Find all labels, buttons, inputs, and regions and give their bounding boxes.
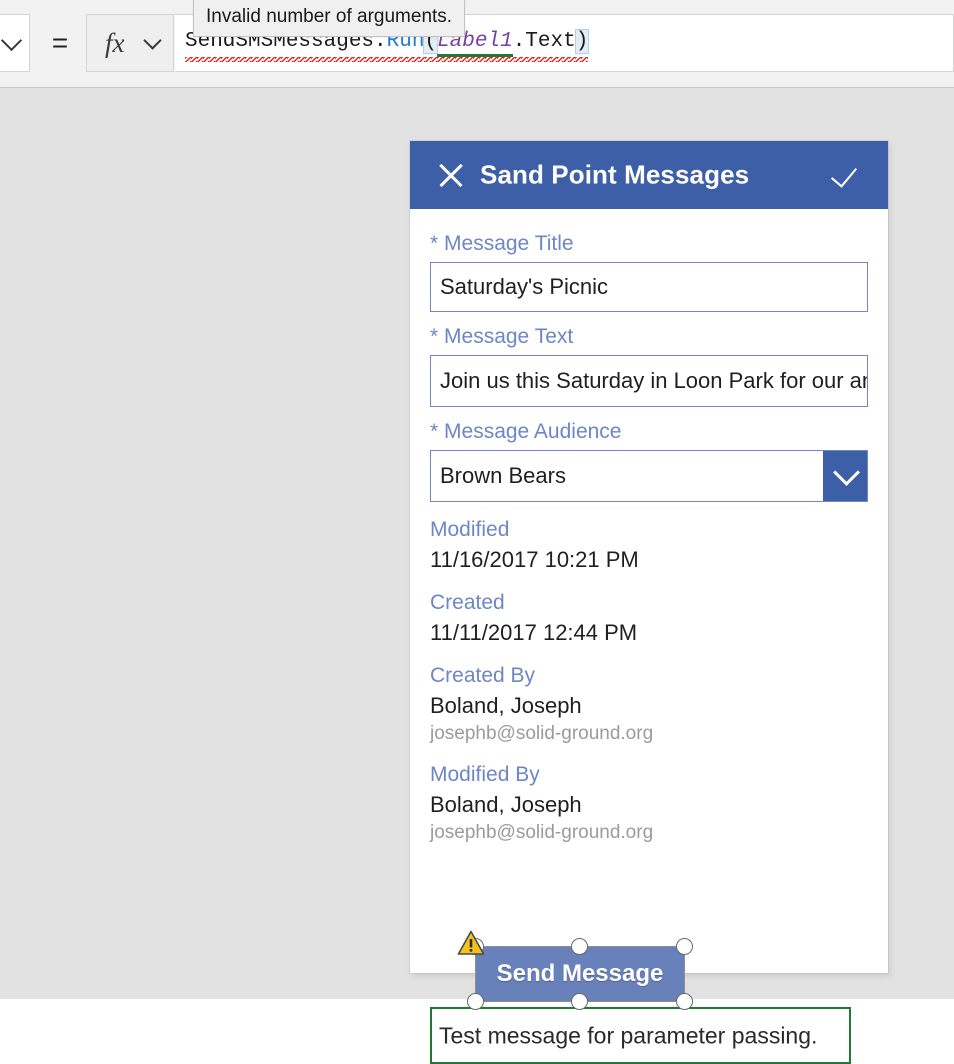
meta-value-modified: 11/16/2017 10:21 PM	[430, 547, 639, 572]
meta-value-created-by-name: Boland, Joseph	[430, 693, 582, 718]
field-label-text: Message Audience	[444, 420, 622, 443]
message-text-input[interactable]: Join us this Saturday in Loon Park for o…	[430, 355, 868, 407]
field-label-message-text: * Message Text	[430, 322, 868, 352]
checkmark-icon[interactable]	[832, 158, 866, 192]
label1-control[interactable]: Test message for parameter passing.	[430, 1007, 851, 1064]
fx-label: fx	[105, 28, 125, 58]
resize-handle-bottom-right[interactable]	[676, 993, 693, 1010]
message-audience-value: Brown Bears	[440, 463, 566, 488]
send-message-selection: Send Message	[457, 930, 693, 1010]
formula-bar: = fx SendSMSMessages.Run(Label1.Text) In…	[0, 0, 954, 88]
meta-value-modified-by-email: josephb@solid-ground.org	[430, 822, 654, 843]
resize-handle-top-right[interactable]	[676, 938, 693, 955]
app-header: Sand Point Messages	[410, 141, 888, 209]
meta-value-created: 11/11/2017 12:44 PM	[430, 620, 638, 645]
message-text-value: Join us this Saturday in Loon Park for o…	[440, 368, 868, 393]
formula-token-property: .Text	[512, 30, 576, 53]
equals-sign: =	[51, 27, 69, 58]
field-label-text: Message Text	[444, 325, 574, 348]
app-title: Sand Point Messages	[480, 159, 750, 190]
close-icon[interactable]	[434, 158, 468, 192]
meta-value-modified-by-name: Boland, Joseph	[430, 792, 582, 817]
meta-label-created: Created	[430, 591, 505, 614]
message-title-input[interactable]: Saturday's Picnic	[430, 262, 868, 312]
label1-text: Test message for parameter passing.	[439, 1022, 818, 1048]
property-dropdown[interactable]	[0, 14, 30, 72]
resize-handle-top-center[interactable]	[571, 938, 588, 955]
chevron-down-icon	[0, 29, 23, 52]
fx-button[interactable]: fx	[86, 14, 174, 72]
message-title-value: Saturday's Picnic	[440, 274, 609, 299]
field-label-text: Message Title	[444, 232, 574, 255]
meta-label-created-by: Created By	[430, 664, 536, 687]
formula-error-tooltip: Invalid number of arguments.	[193, 0, 466, 37]
field-label-message-title: * Message Title	[430, 229, 868, 259]
meta-label-modified-by: Modified By	[430, 763, 540, 786]
chevron-down-icon	[143, 31, 162, 50]
required-marker: *	[430, 325, 439, 348]
required-marker: *	[430, 420, 439, 443]
field-label-message-audience: * Message Audience	[430, 417, 868, 447]
required-marker: *	[430, 232, 439, 255]
meta-value-created-by-email: josephb@solid-ground.org	[430, 723, 654, 744]
resize-handle-bottom-left[interactable]	[467, 993, 484, 1010]
app-screen: Sand Point Messages * Message Title Satu…	[410, 141, 888, 973]
resize-handle-bottom-center[interactable]	[571, 993, 588, 1010]
chevron-down-icon[interactable]	[823, 451, 867, 501]
send-message-button-label: Send Message	[496, 960, 664, 987]
message-audience-dropdown[interactable]: Brown Bears	[430, 450, 868, 502]
warning-triangle-icon[interactable]	[457, 930, 485, 956]
app-canvas: Sand Point Messages * Message Title Satu…	[0, 88, 954, 1064]
formula-token-close-paren: )	[574, 29, 590, 54]
form-body: * Message Title Saturday's Picnic * Mess…	[410, 209, 888, 846]
meta-label-modified: Modified	[430, 518, 510, 541]
